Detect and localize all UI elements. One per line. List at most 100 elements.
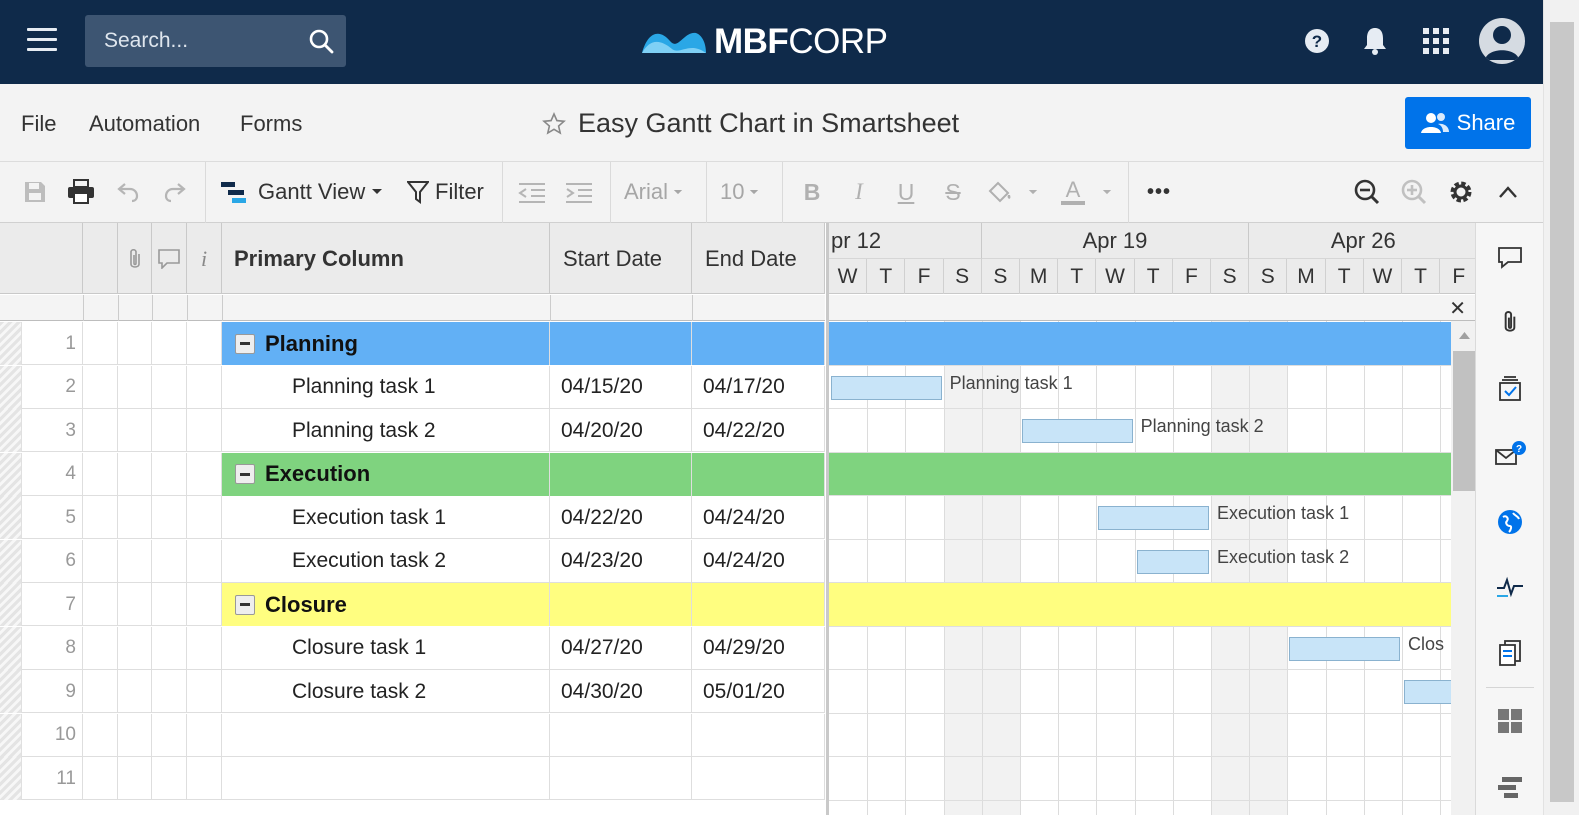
end-date-cell[interactable]: 04/29/20 — [692, 626, 825, 670]
start-date-cell[interactable]: 04/15/20 — [550, 365, 692, 409]
start-date-cell[interactable] — [550, 757, 692, 800]
start-date-cell[interactable] — [550, 583, 692, 626]
row-drag-handle[interactable] — [0, 583, 22, 626]
search-box[interactable] — [85, 15, 346, 67]
info-cell[interactable] — [187, 409, 222, 452]
start-date-cell[interactable]: 04/20/20 — [550, 409, 692, 452]
row-action-cell[interactable] — [83, 583, 118, 626]
comment-cell[interactable] — [152, 322, 187, 365]
primary-cell[interactable]: Planning — [222, 322, 550, 365]
view-switcher-button[interactable]: Gantt View — [220, 176, 390, 208]
row-action-cell[interactable] — [83, 626, 118, 670]
info-cell[interactable] — [187, 496, 222, 539]
redo-icon[interactable] — [160, 176, 190, 208]
row-drag-handle[interactable] — [0, 626, 22, 670]
start-date-cell[interactable]: 04/30/20 — [550, 670, 692, 713]
end-date-cell[interactable]: 04/24/20 — [692, 539, 825, 583]
comment-cell[interactable] — [152, 757, 187, 800]
row-drag-handle[interactable] — [0, 409, 22, 452]
gear-icon[interactable] — [1446, 176, 1476, 208]
comment-cell[interactable] — [152, 713, 187, 757]
parent-summary-bar[interactable] — [829, 583, 1451, 626]
info-cell[interactable] — [187, 583, 222, 626]
start-date-cell[interactable]: 04/22/20 — [550, 496, 692, 539]
more-options-button[interactable]: ••• — [1142, 176, 1176, 208]
end-date-cell[interactable] — [692, 322, 825, 365]
font-size-select[interactable]: 10 — [720, 176, 770, 208]
row-action-cell[interactable] — [83, 713, 118, 757]
task-bar[interactable] — [1289, 636, 1400, 661]
attachment-cell[interactable] — [118, 496, 152, 539]
attachment-icon[interactable] — [1492, 304, 1528, 340]
parent-summary-bar[interactable] — [829, 452, 1451, 496]
primary-cell[interactable]: Closure task 2 — [222, 670, 550, 713]
info-cell[interactable] — [187, 322, 222, 365]
attachment-cell[interactable] — [118, 626, 152, 670]
row-action-cell[interactable] — [83, 757, 118, 800]
activity-log-icon[interactable] — [1492, 569, 1528, 605]
help-icon[interactable]: ? — [1300, 22, 1334, 60]
primary-cell[interactable] — [222, 757, 550, 800]
primary-cell[interactable] — [222, 713, 550, 757]
strikethrough-icon[interactable]: S — [939, 176, 967, 208]
info-cell[interactable] — [187, 626, 222, 670]
attachment-cell[interactable] — [118, 713, 152, 757]
info-cell[interactable] — [187, 452, 222, 496]
page-scrollbar[interactable] — [1543, 0, 1579, 815]
menu-file[interactable]: File — [21, 111, 56, 137]
comment-cell[interactable] — [152, 539, 187, 583]
row-drag-handle[interactable] — [0, 539, 22, 583]
row-drag-handle[interactable] — [0, 365, 22, 409]
zoom-out-icon[interactable] — [1352, 176, 1382, 208]
attachment-cell[interactable] — [118, 365, 152, 409]
table-row[interactable]: 2 Planning task 1 04/15/20 04/17/20 — [0, 365, 825, 409]
row-action-cell[interactable] — [83, 539, 118, 583]
integrations-icon[interactable] — [1492, 769, 1528, 805]
print-icon[interactable] — [66, 176, 96, 208]
row-drag-handle[interactable] — [0, 452, 22, 496]
comment-cell[interactable] — [152, 670, 187, 713]
comment-cell[interactable] — [152, 496, 187, 539]
menu-forms[interactable]: Forms — [240, 111, 302, 137]
comment-cell[interactable] — [152, 409, 187, 452]
end-date-cell[interactable] — [692, 757, 825, 800]
apps-grid-icon[interactable] — [1419, 22, 1453, 60]
comment-icon[interactable] — [1492, 240, 1528, 276]
primary-cell[interactable]: Planning task 1 — [222, 365, 550, 409]
info-cell[interactable] — [187, 670, 222, 713]
end-date-cell[interactable]: 04/17/20 — [692, 365, 825, 409]
primary-cell[interactable]: Closure — [222, 583, 550, 626]
end-date-header[interactable]: End Date — [692, 223, 825, 294]
end-date-cell[interactable] — [692, 452, 825, 496]
start-date-cell[interactable] — [550, 713, 692, 757]
row-drag-handle[interactable] — [0, 496, 22, 539]
share-button[interactable]: Share — [1405, 97, 1531, 149]
collapse-icon[interactable] — [235, 333, 255, 354]
publish-icon[interactable] — [1492, 504, 1528, 540]
gantt-scroll-thumb[interactable] — [1453, 351, 1475, 491]
table-row[interactable]: 11 — [0, 757, 825, 800]
comment-cell[interactable] — [152, 626, 187, 670]
update-request-icon[interactable]: ? — [1492, 437, 1528, 473]
parent-row[interactable]: 1 Planning — [0, 322, 825, 365]
user-avatar-icon[interactable] — [1479, 18, 1525, 64]
table-row[interactable]: 8 Closure task 1 04/27/20 04/29/20 — [0, 626, 825, 670]
row-action-cell[interactable] — [83, 365, 118, 409]
info-cell[interactable] — [187, 539, 222, 583]
bold-icon[interactable]: B — [798, 176, 826, 208]
row-action-cell[interactable] — [83, 409, 118, 452]
close-gantt-icon[interactable]: ✕ — [1449, 296, 1466, 321]
comment-cell[interactable] — [152, 365, 187, 409]
attachment-cell[interactable] — [118, 452, 152, 496]
fill-color-button[interactable] — [986, 176, 1044, 208]
primary-cell[interactable]: Execution — [222, 452, 550, 496]
end-date-cell[interactable]: 05/01/20 — [692, 670, 825, 713]
comment-column-header[interactable] — [152, 223, 187, 294]
info-cell[interactable] — [187, 713, 222, 757]
attachment-column-header[interactable] — [118, 223, 152, 294]
parent-row[interactable]: 7 Closure — [0, 583, 825, 626]
page-scroll-thumb[interactable] — [1550, 22, 1574, 802]
search-input[interactable] — [85, 15, 295, 67]
collapse-icon[interactable] — [235, 464, 255, 484]
start-date-cell[interactable] — [550, 322, 692, 365]
